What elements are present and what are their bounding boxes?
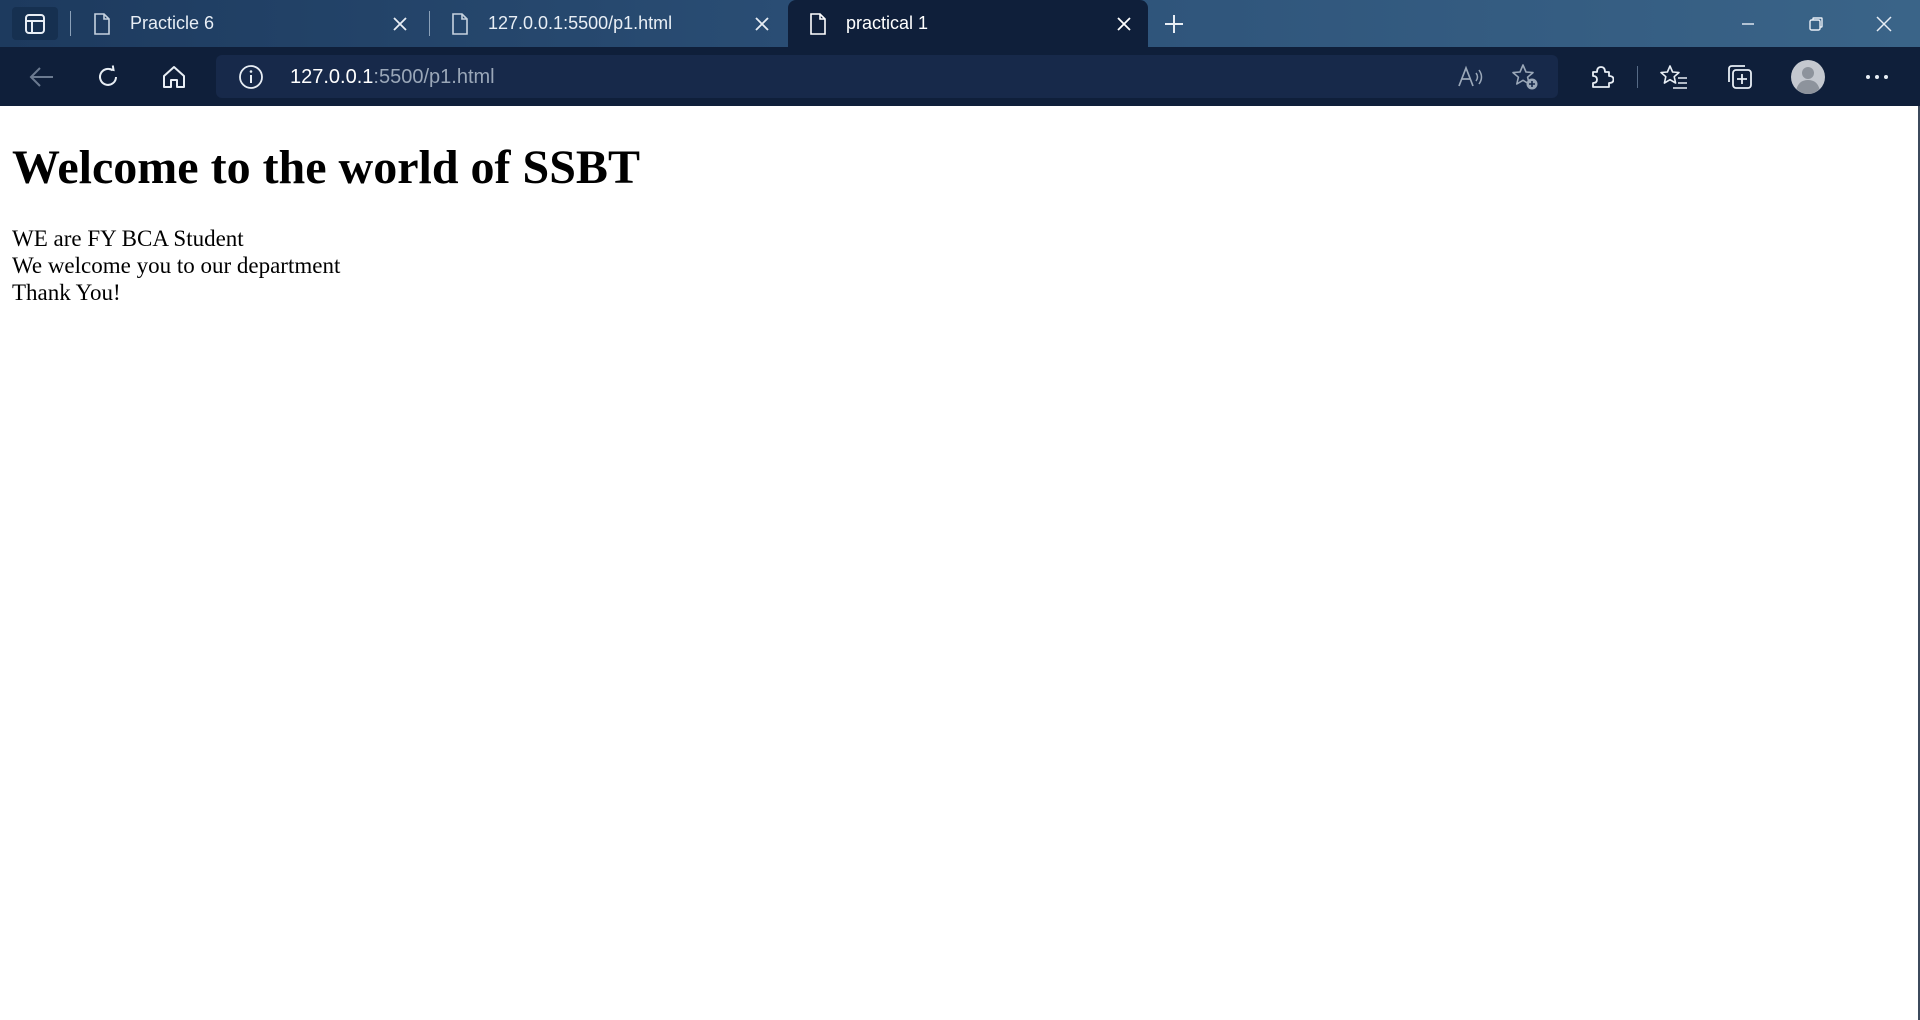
document-icon — [452, 12, 468, 35]
page-viewport: Welcome to the world of SSBT WE are FY B… — [0, 106, 1920, 1020]
paragraph-line: Thank You! — [12, 280, 121, 305]
puzzle-icon — [1592, 66, 1614, 88]
add-favorite-button[interactable] — [1510, 62, 1540, 92]
close-icon — [393, 16, 407, 31]
navigation-toolbar: 127.0.0.1:5500/p1.html — [0, 47, 1920, 106]
tab-separator — [70, 11, 71, 36]
close-window-button[interactable] — [1850, 0, 1918, 47]
tab-actions-button[interactable] — [12, 7, 58, 40]
favorites-icon — [1660, 65, 1687, 89]
close-tab-button[interactable] — [382, 6, 418, 42]
url-text[interactable]: 127.0.0.1:5500/p1.html — [290, 66, 495, 89]
restore-button[interactable] — [1782, 0, 1850, 47]
close-icon — [1117, 16, 1131, 31]
close-tab-button[interactable] — [1106, 6, 1142, 42]
more-icon — [1866, 75, 1888, 79]
tab-title: practical 1 — [846, 13, 929, 33]
read-aloud-icon — [1458, 65, 1483, 87]
page-paragraph: WE are FY BCA Student We welcome you to … — [12, 225, 340, 306]
url-host: 127.0.0.1 — [290, 66, 374, 88]
refresh-button[interactable] — [86, 55, 130, 99]
address-bar[interactable]: 127.0.0.1:5500/p1.html — [216, 55, 1558, 98]
collections-icon — [1728, 65, 1752, 89]
tab-strip: Practicle 6 127.0.0.1:5500/p1.html pract… — [0, 0, 1920, 47]
minimize-button[interactable] — [1714, 0, 1782, 47]
restore-icon — [1809, 16, 1823, 31]
document-icon — [94, 12, 110, 35]
paragraph-line: We welcome you to our department — [12, 253, 341, 278]
close-icon — [755, 16, 769, 31]
tab-practical-1-active[interactable]: practical 1 — [788, 0, 1148, 47]
extensions-button[interactable] — [1579, 55, 1623, 99]
profile-button[interactable] — [1786, 55, 1830, 99]
add-favorite-icon — [1512, 64, 1538, 90]
home-icon — [163, 66, 185, 88]
tab-actions-icon — [25, 13, 45, 34]
tab-p1-html[interactable]: 127.0.0.1:5500/p1.html — [430, 0, 786, 47]
info-icon[interactable] — [238, 64, 264, 90]
back-button[interactable] — [20, 55, 64, 99]
tab-practicle-6[interactable]: Practicle 6 — [72, 0, 424, 47]
close-icon — [1876, 15, 1892, 32]
more-menu-button[interactable] — [1855, 55, 1899, 99]
close-tab-button[interactable] — [744, 6, 780, 42]
page-heading: Welcome to the world of SSBT — [12, 141, 640, 194]
back-arrow-icon — [29, 67, 53, 87]
collections-button[interactable] — [1718, 55, 1762, 99]
paragraph-line: WE are FY BCA Student — [12, 226, 244, 251]
read-aloud-button[interactable] — [1456, 62, 1486, 92]
favorites-button[interactable] — [1652, 55, 1696, 99]
home-button[interactable] — [152, 55, 196, 99]
minimize-icon — [1742, 22, 1754, 25]
toolbar-divider — [1637, 66, 1638, 88]
refresh-icon — [99, 65, 117, 86]
tab-title: Practicle 6 — [130, 13, 215, 33]
plus-icon — [1165, 15, 1183, 33]
url-path: :5500/p1.html — [373, 66, 495, 88]
avatar-icon — [1791, 60, 1825, 94]
new-tab-button[interactable] — [1156, 7, 1192, 41]
tab-title: 127.0.0.1:5500/p1.html — [488, 13, 673, 33]
document-icon — [810, 12, 826, 35]
